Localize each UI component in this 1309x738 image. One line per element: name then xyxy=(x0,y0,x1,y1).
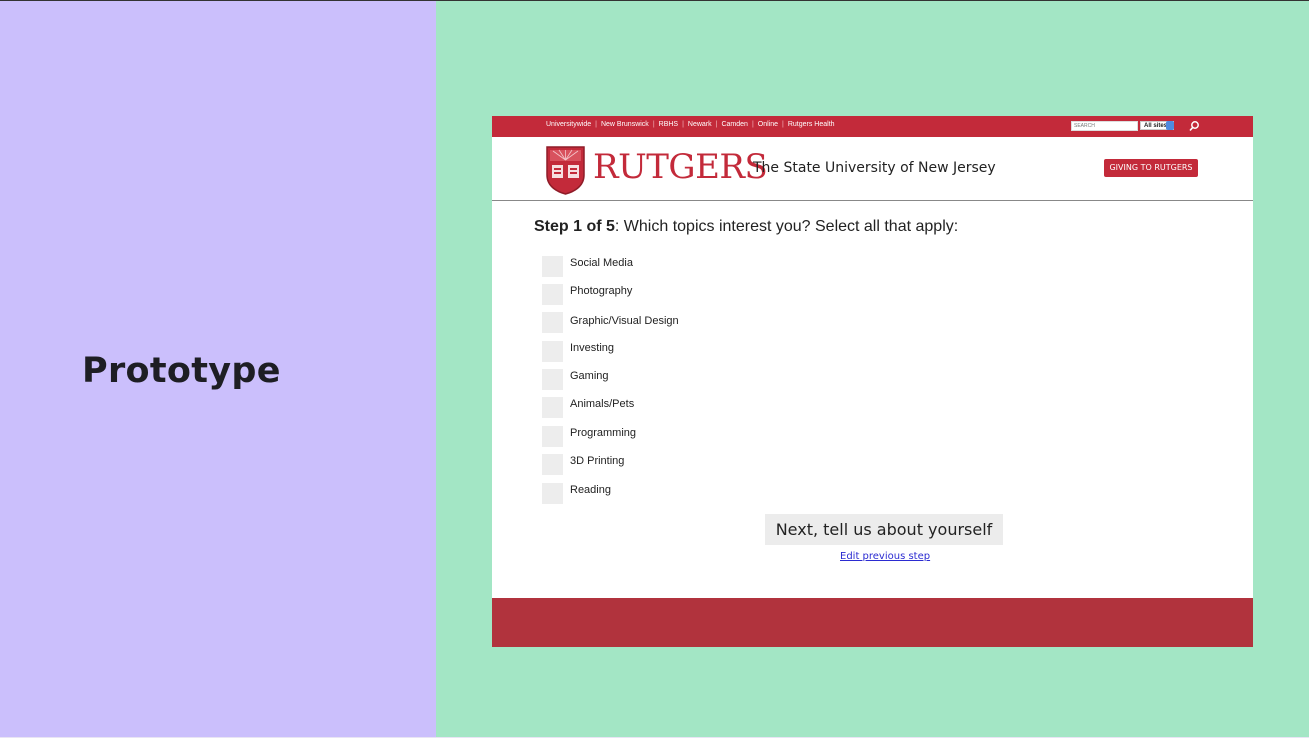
topic-checkbox[interactable] xyxy=(542,397,563,418)
next-step-button[interactable]: Next, tell us about yourself xyxy=(765,514,1003,545)
giving-to-rutgers-button[interactable]: GIVING TO RUTGERS xyxy=(1104,159,1198,177)
topic-checkbox[interactable] xyxy=(542,256,563,277)
edit-previous-step-link[interactable]: Edit previous step xyxy=(840,551,930,562)
topic-checkbox[interactable] xyxy=(542,426,563,447)
topic-checkbox[interactable] xyxy=(542,454,563,475)
nav-separator: | xyxy=(595,121,597,128)
topic-checkbox[interactable] xyxy=(542,341,563,362)
topic-checkbox[interactable] xyxy=(542,483,563,504)
topic-checkbox[interactable] xyxy=(542,369,563,390)
rutgers-wordmark: RUTGERS xyxy=(593,147,768,187)
topic-label: Animals/Pets xyxy=(570,398,635,410)
topic-option-reading[interactable]: Reading xyxy=(542,483,842,504)
topic-label: 3D Printing xyxy=(570,455,625,467)
step-question: Step 1 of 5: Which topics interest you? … xyxy=(534,218,958,236)
nav-link-camden[interactable]: Camden xyxy=(721,121,747,128)
nav-link-universitywide[interactable]: Universitywide xyxy=(546,121,591,128)
select-arrow-icon xyxy=(1166,121,1174,130)
step-label: Step 1 of 5 xyxy=(534,218,615,235)
topic-option-graphic-visual-design[interactable]: Graphic/Visual Design xyxy=(542,312,842,333)
nav-separator: | xyxy=(715,121,718,128)
topic-label: Graphic/Visual Design xyxy=(570,315,679,327)
slide-left-panel: Prototype xyxy=(0,1,436,737)
nav-separator: | xyxy=(782,121,784,128)
topic-option-investing[interactable]: Investing xyxy=(542,341,842,362)
nav-separator: | xyxy=(682,121,684,128)
university-tagline: The State University of New Jersey xyxy=(753,160,996,176)
rutgers-shield-icon xyxy=(546,146,585,195)
site-scope-select[interactable]: All sites xyxy=(1140,121,1174,130)
topic-option-3d-printing[interactable]: 3D Printing xyxy=(542,454,842,475)
search-icon[interactable] xyxy=(1188,120,1200,132)
site-scope-value: All sites xyxy=(1144,123,1168,129)
nav-link-rbhs[interactable]: RBHS xyxy=(659,121,678,128)
nav-separator: | xyxy=(751,121,754,128)
nav-link-rutgers-health[interactable]: Rutgers Health xyxy=(788,121,835,128)
topic-label: Gaming xyxy=(570,370,609,382)
topic-option-animals-pets[interactable]: Animals/Pets xyxy=(542,397,842,418)
topic-checkbox[interactable] xyxy=(542,312,563,333)
topic-option-programming[interactable]: Programming xyxy=(542,426,842,447)
topic-label: Social Media xyxy=(570,257,633,269)
site-header: RUTGERS The State University of New Jers… xyxy=(492,137,1253,201)
nav-separator: | xyxy=(652,121,655,128)
topic-label: Investing xyxy=(570,342,615,354)
question-text: : Which topics interest you? Select all … xyxy=(614,218,959,235)
topic-option-social-media[interactable]: Social Media xyxy=(542,256,842,277)
site-footer xyxy=(492,598,1253,647)
search-input[interactable]: SEARCH xyxy=(1071,121,1138,131)
slide-title: Prototype xyxy=(82,351,281,391)
topic-option-photography[interactable]: Photography xyxy=(542,284,842,305)
top-utility-bar: Universitywide | New Brunswick | RBHS | Newark… xyxy=(492,116,1253,137)
rutgers-prototype-page: Universitywide | New Brunswick | RBHS | Newark… xyxy=(492,116,1253,647)
topic-label: Photography xyxy=(570,285,633,297)
topic-checkbox[interactable] xyxy=(542,284,563,305)
nav-link-newark[interactable]: Newark xyxy=(688,121,712,128)
topic-label: Reading xyxy=(570,484,611,496)
campus-nav: Universitywide | New Brunswick | RBHS | Newark… xyxy=(546,121,835,128)
nav-link-new-brunswick[interactable]: New Brunswick xyxy=(601,121,649,128)
nav-link-online[interactable]: Online xyxy=(758,121,778,128)
topic-label: Programming xyxy=(570,427,637,439)
topic-option-gaming[interactable]: Gaming xyxy=(542,369,842,390)
